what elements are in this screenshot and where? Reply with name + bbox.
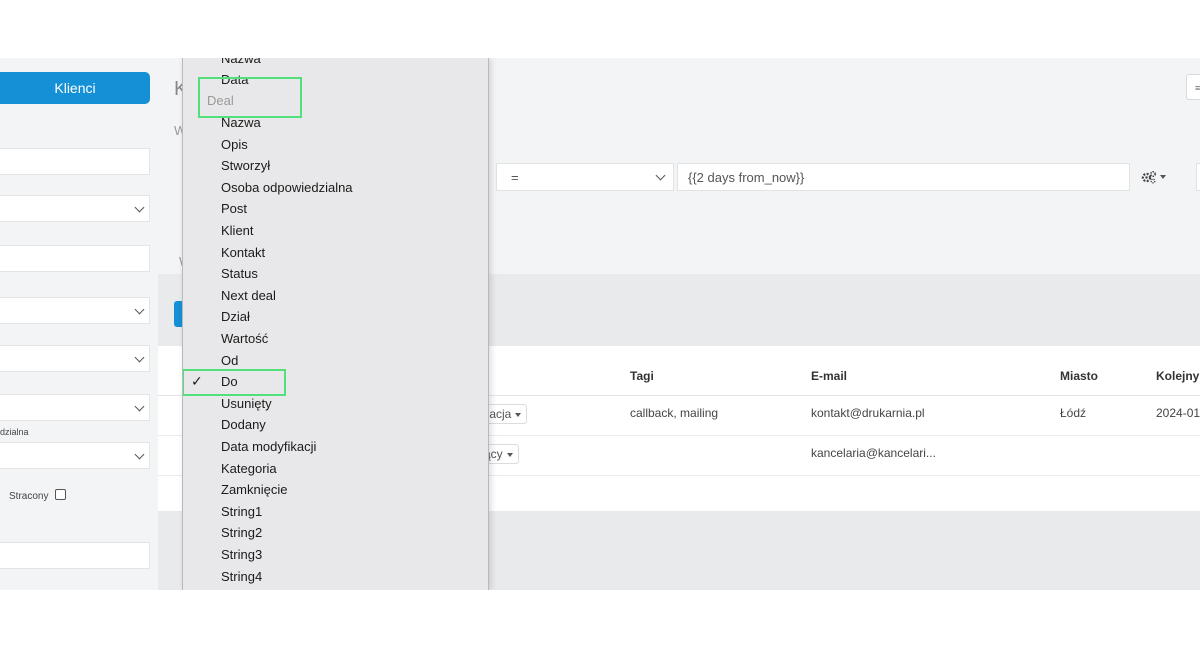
sidebar-text-input-1[interactable] [0, 148, 150, 175]
sidebar: Klienci dzialna Stracony [0, 58, 158, 590]
filter-settings-button[interactable] [1133, 163, 1173, 191]
email-cell[interactable]: kancelaria@kancelari... [811, 446, 936, 460]
chevron-down-icon [515, 412, 522, 417]
menu-item-status[interactable]: Status [221, 266, 258, 281]
column-header-tags[interactable]: Tagi [630, 369, 654, 383]
menu-item-nazwa[interactable]: Nazwa [221, 115, 261, 130]
sidebar-text-input-3[interactable] [0, 542, 150, 569]
filter-operator-select[interactable]: = [496, 163, 674, 191]
column-dropdown-menu: Nazwa Data Deal Nazwa Opis Stworzył Osob… [182, 58, 489, 590]
menu-item-opis[interactable]: Opis [221, 137, 248, 152]
chevron-down-icon [1159, 175, 1166, 179]
sidebar-select-2[interactable] [0, 297, 150, 324]
email-cell[interactable]: kontakt@drukarnia.pl [811, 406, 925, 420]
app-stage: Klienci dzialna Stracony K W W ≡ = {{2 d… [0, 58, 1200, 590]
next-cell: 2024-01- [1156, 406, 1200, 420]
menu-item-dodany[interactable]: Dodany [221, 417, 266, 432]
sidebar-text-input-2[interactable] [0, 245, 150, 272]
gears-icon [1141, 170, 1156, 184]
filter-extra-button[interactable] [1196, 163, 1200, 191]
sidebar-select-4[interactable] [0, 394, 150, 421]
highlight-box-do [183, 369, 286, 396]
menu-item-data-modyfikacji[interactable]: Data modyfikacji [221, 439, 316, 454]
sidebar-select-owner[interactable] [0, 442, 150, 469]
stracony-checkbox[interactable] [55, 489, 66, 500]
sidebar-select-1[interactable] [0, 195, 150, 222]
menu-item-kontakt[interactable]: Kontakt [221, 245, 265, 260]
menu-item-stworzyl[interactable]: Stworzył [221, 158, 270, 173]
menu-item-nazwa-partial[interactable]: Nazwa [221, 58, 261, 66]
menu-item-kategoria[interactable]: Kategoria [221, 461, 277, 476]
view-toggle-button[interactable]: ≡ [1186, 74, 1200, 100]
menu-item-klient[interactable]: Klient [221, 223, 254, 238]
tags-cell: callback, mailing [630, 406, 719, 420]
city-cell: Łódź [1060, 406, 1087, 420]
stracony-label: Stracony [9, 491, 49, 502]
menu-item-string1[interactable]: String1 [221, 504, 262, 519]
chevron-down-icon [506, 452, 513, 457]
column-header-next[interactable]: Kolejny [1156, 369, 1199, 383]
filter-value-input[interactable]: {{2 days from_now}} [677, 163, 1130, 191]
menu-item-string2[interactable]: String2 [221, 525, 262, 540]
menu-item-string4[interactable]: String4 [221, 569, 262, 584]
menu-item-string3[interactable]: String3 [221, 547, 262, 562]
menu-item-next-deal[interactable]: Next deal [221, 288, 276, 303]
sidebar-select-3[interactable] [0, 345, 150, 372]
column-header-city[interactable]: Miasto [1060, 369, 1098, 383]
highlight-box-deal [198, 77, 302, 118]
menu-item-dzial[interactable]: Dział [221, 309, 250, 324]
sidebar-field-label: dzialna [0, 427, 29, 437]
menu-item-usuniety[interactable]: Usunięty [221, 396, 272, 411]
menu-item-zamkniecie[interactable]: Zamknięcie [221, 482, 287, 497]
klienci-button[interactable]: Klienci [0, 72, 150, 104]
column-header-email[interactable]: E-mail [811, 369, 847, 383]
menu-item-od[interactable]: Od [221, 353, 238, 368]
menu-item-post[interactable]: Post [221, 201, 247, 216]
menu-item-osoba-odpowiedzialna[interactable]: Osoba odpowiedzialna [221, 180, 353, 195]
menu-item-wartosc[interactable]: Wartość [221, 331, 268, 346]
